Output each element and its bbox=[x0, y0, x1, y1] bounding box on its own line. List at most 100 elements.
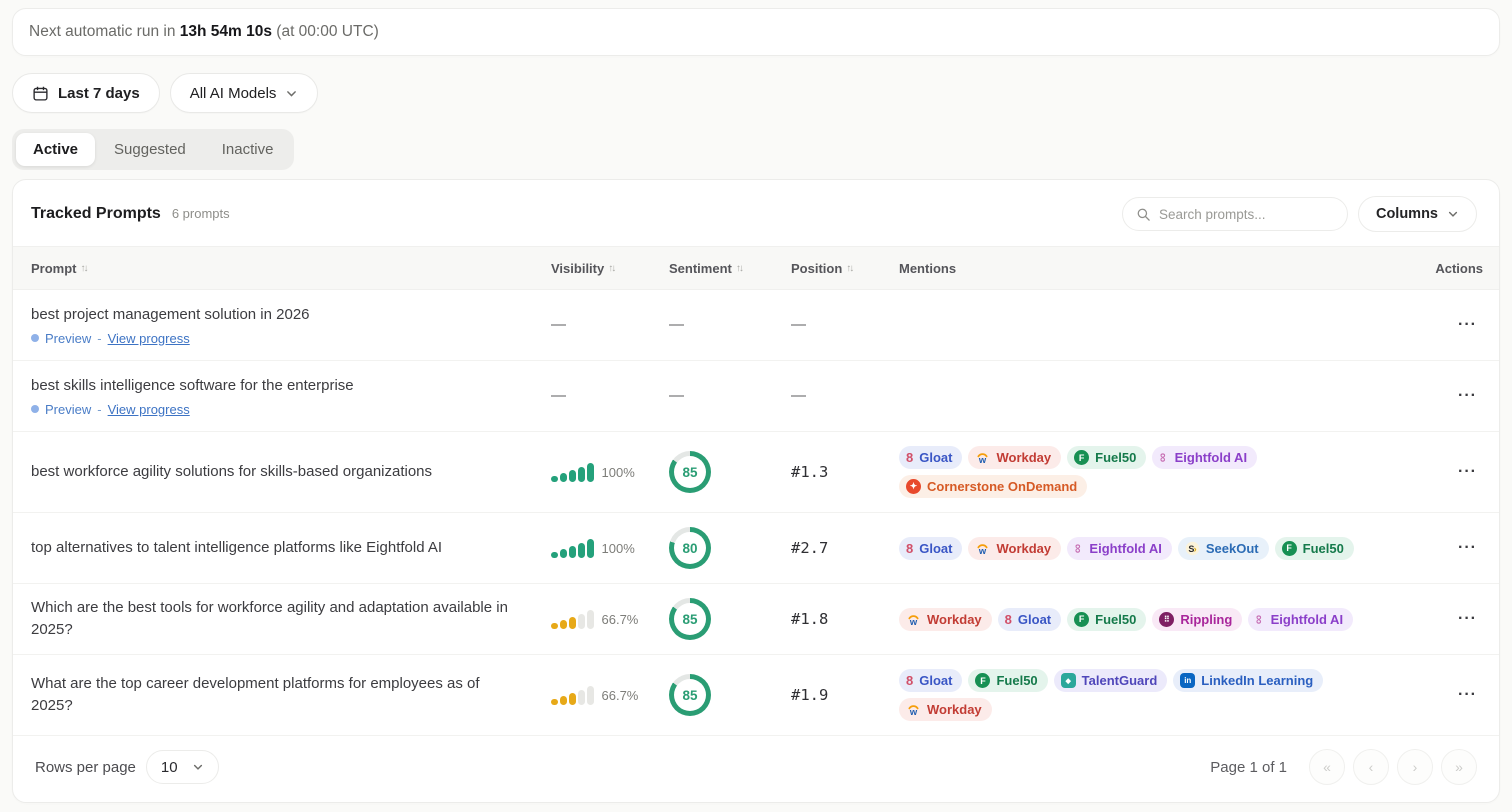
calendar-icon bbox=[32, 85, 49, 102]
mention-badge[interactable]: wWorkday bbox=[968, 537, 1061, 560]
table-row: best skills intelligence software for th… bbox=[13, 361, 1499, 432]
row-actions-button[interactable]: ··· bbox=[1452, 535, 1483, 561]
visibility-bar bbox=[578, 614, 585, 629]
date-range-label: Last 7 days bbox=[58, 85, 140, 102]
mention-badge[interactable]: ∞Eightfold AI bbox=[1067, 537, 1172, 560]
visibility-cell: — bbox=[551, 316, 669, 334]
svg-text:w: w bbox=[909, 707, 918, 717]
visibility-percent: 66.7% bbox=[602, 688, 639, 703]
columns-button-label: Columns bbox=[1376, 206, 1438, 222]
brand-logo-icon: ◆ bbox=[1061, 673, 1076, 688]
search-input[interactable] bbox=[1159, 207, 1334, 222]
visibility-bar bbox=[587, 539, 594, 558]
prompt-cell: top alternatives to talent intelligence … bbox=[31, 537, 551, 559]
mention-badge[interactable]: 8Gloat bbox=[998, 608, 1061, 631]
visibility-percent: 100% bbox=[602, 465, 635, 480]
mention-badge[interactable]: FFuel50 bbox=[968, 669, 1047, 692]
mention-badge-label: LinkedIn Learning bbox=[1201, 673, 1313, 688]
prompt-count: 6 prompts bbox=[172, 206, 230, 221]
mention-badge-label: Fuel50 bbox=[1303, 541, 1344, 556]
brand-logo-icon: w bbox=[906, 702, 921, 717]
row-actions-button[interactable]: ··· bbox=[1452, 459, 1483, 485]
table-title: Tracked Prompts bbox=[31, 205, 161, 223]
title-group: Tracked Prompts 6 prompts bbox=[31, 205, 230, 223]
sentiment-value: 85 bbox=[674, 679, 706, 711]
preview-dot-icon bbox=[31, 405, 39, 413]
mention-badge[interactable]: FFuel50 bbox=[1067, 446, 1146, 469]
chevron-down-icon bbox=[285, 87, 298, 100]
view-progress-link[interactable]: View progress bbox=[108, 331, 190, 346]
mention-badge[interactable]: wWorkday bbox=[899, 698, 992, 721]
tab-suggested[interactable]: Suggested bbox=[97, 133, 203, 166]
tab-active[interactable]: Active bbox=[16, 133, 95, 166]
search-icon bbox=[1136, 207, 1151, 222]
mention-badge[interactable]: FFuel50 bbox=[1275, 537, 1354, 560]
mention-badge-label: Cornerstone OnDemand bbox=[927, 479, 1077, 494]
mention-badge[interactable]: 8Gloat bbox=[899, 446, 962, 469]
next-page-button[interactable]: › bbox=[1397, 749, 1433, 785]
mention-badge[interactable]: ∞Eightfold AI bbox=[1152, 446, 1257, 469]
last-page-button[interactable]: » bbox=[1441, 749, 1477, 785]
visibility-bars-icon bbox=[551, 463, 594, 482]
status-tabs: Active Suggested Inactive bbox=[12, 129, 294, 170]
column-header-mentions: Mentions bbox=[899, 261, 1433, 276]
mention-badge[interactable]: 8Gloat bbox=[899, 669, 962, 692]
column-header-prompt[interactable]: Prompt↑↓ bbox=[31, 261, 551, 276]
visibility-indicator: 100% bbox=[551, 539, 669, 558]
visibility-percent: 100% bbox=[602, 541, 635, 556]
actions-cell: ··· bbox=[1452, 312, 1483, 338]
mention-badge[interactable]: wWorkday bbox=[899, 608, 992, 631]
mentions-cell: wWorkday 8Gloat FFuel50 ⠿Rippling ∞Eightfold… bbox=[899, 606, 1433, 633]
position-value: #1.3 bbox=[791, 463, 828, 481]
svg-text:›: › bbox=[1194, 543, 1197, 553]
date-range-button[interactable]: Last 7 days bbox=[12, 73, 160, 113]
visibility-bar bbox=[551, 476, 558, 482]
visibility-empty: — bbox=[551, 316, 566, 333]
brand-logo-icon: S› bbox=[1185, 541, 1200, 556]
search-box[interactable] bbox=[1122, 197, 1348, 231]
row-actions-button[interactable]: ··· bbox=[1452, 312, 1483, 338]
mention-badge[interactable]: S›SeekOut bbox=[1178, 537, 1269, 560]
sentiment-gauge: 85 bbox=[669, 598, 711, 640]
row-actions-button[interactable]: ··· bbox=[1452, 606, 1483, 632]
column-header-visibility[interactable]: Visibility↑↓ bbox=[551, 261, 669, 276]
visibility-bar bbox=[560, 473, 567, 482]
mention-badge[interactable]: 8Gloat bbox=[899, 537, 962, 560]
prev-page-button[interactable]: ‹ bbox=[1353, 749, 1389, 785]
brand-logo-icon: ⠿ bbox=[1159, 612, 1174, 627]
mention-badge[interactable]: ◆ TalentGuard bbox=[1054, 669, 1168, 692]
column-header-position[interactable]: Position↑↓ bbox=[791, 261, 899, 276]
column-header-actions: Actions bbox=[1433, 261, 1483, 276]
mention-badge[interactable]: ∞Eightfold AI bbox=[1248, 608, 1353, 631]
mention-badge[interactable]: inLinkedIn Learning bbox=[1173, 669, 1323, 692]
svg-text:w: w bbox=[909, 617, 918, 627]
brand-logo-icon: 8 bbox=[1005, 613, 1012, 626]
brand-logo-icon: ∞ bbox=[1253, 614, 1266, 623]
column-header-sentiment[interactable]: Sentiment↑↓ bbox=[669, 261, 791, 276]
tab-inactive[interactable]: Inactive bbox=[205, 133, 291, 166]
mention-badge[interactable]: FFuel50 bbox=[1067, 608, 1146, 631]
columns-button[interactable]: Columns bbox=[1358, 196, 1477, 232]
view-progress-link[interactable]: View progress bbox=[108, 402, 190, 417]
visibility-bar bbox=[569, 617, 576, 629]
ai-models-select[interactable]: All AI Models bbox=[170, 73, 319, 113]
visibility-bar bbox=[560, 620, 567, 629]
position-empty: — bbox=[791, 387, 806, 404]
mention-badge[interactable]: wWorkday bbox=[968, 446, 1061, 469]
visibility-bar bbox=[560, 549, 567, 558]
mention-badge[interactable]: ✦Cornerstone OnDemand bbox=[899, 475, 1087, 498]
rows-per-page-select[interactable]: 10 bbox=[146, 750, 219, 784]
row-actions-button[interactable]: ··· bbox=[1452, 383, 1483, 409]
table-row: top alternatives to talent intelligence … bbox=[13, 513, 1499, 584]
chevron-down-icon bbox=[1447, 208, 1459, 220]
mention-badge[interactable]: ⠿Rippling bbox=[1152, 608, 1242, 631]
prompt-text: best skills intelligence software for th… bbox=[31, 375, 551, 397]
row-actions-button[interactable]: ··· bbox=[1452, 682, 1483, 708]
rows-per-page-value: 10 bbox=[161, 759, 178, 776]
sentiment-value: 85 bbox=[674, 456, 706, 488]
visibility-empty: — bbox=[551, 387, 566, 404]
mention-badge-label: TalentGuard bbox=[1082, 673, 1158, 688]
first-page-button[interactable]: « bbox=[1309, 749, 1345, 785]
brand-logo-icon: w bbox=[906, 612, 921, 627]
mention-badge-label: Fuel50 bbox=[1095, 450, 1136, 465]
